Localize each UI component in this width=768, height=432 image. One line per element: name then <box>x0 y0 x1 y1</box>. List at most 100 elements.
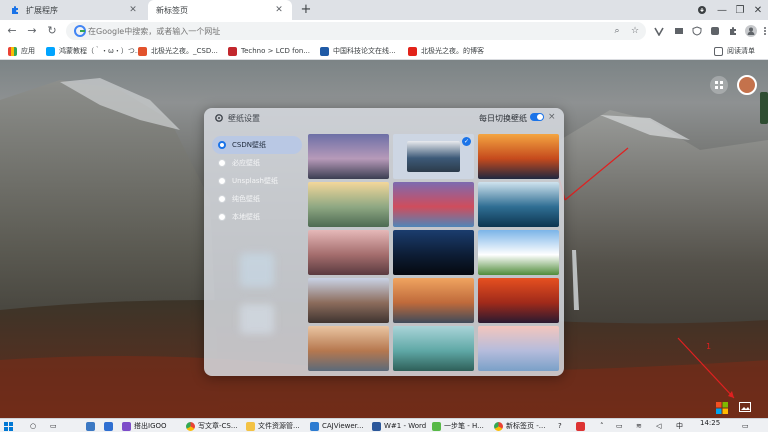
caj-icon <box>310 421 319 431</box>
user-avatar[interactable] <box>737 75 757 95</box>
source-local[interactable]: 本地壁纸 <box>212 208 302 226</box>
extension-v-icon[interactable] <box>652 24 666 38</box>
menu-kebab-icon[interactable] <box>758 24 768 38</box>
extensions-puzzle-icon[interactable] <box>726 24 740 38</box>
bookmark-item[interactable]: 鸿蒙教程（｀・ω・）つ... <box>46 44 142 58</box>
wallpaper-thumbnail[interactable]: ✓ <box>393 134 474 179</box>
extension-tab-icon[interactable] <box>672 24 686 38</box>
source-unsplash[interactable]: Unsplash壁纸 <box>212 172 302 190</box>
dialog-close-button[interactable]: × <box>548 112 556 122</box>
source-csdn[interactable]: CSDN壁纸 <box>212 136 302 154</box>
source-bing[interactable]: 必应壁纸 <box>212 154 302 172</box>
bookmark-star-icon[interactable]: ☆ <box>628 24 642 38</box>
bookmark-favicon-icon <box>228 46 237 56</box>
wallpaper-thumbnail[interactable] <box>308 182 389 227</box>
tray-app-icon[interactable] <box>576 420 588 432</box>
omnibox-input[interactable] <box>88 23 588 39</box>
taskbar-file-icon[interactable] <box>86 420 98 432</box>
wallpaper-image <box>478 326 559 371</box>
tray-battery-icon[interactable]: ▭ <box>616 420 623 432</box>
wallpaper-image <box>393 278 474 323</box>
taskbar-item-explorer[interactable]: 文件资源管... <box>246 420 300 432</box>
wallpaper-thumbnail[interactable] <box>308 326 389 371</box>
wallpaper-thumbnail[interactable] <box>393 278 474 323</box>
radio-icon <box>218 141 226 149</box>
tab-new-tab[interactable]: 新标签页 ✕ <box>148 0 292 20</box>
wallpaper-thumbnail[interactable] <box>478 278 559 323</box>
wallpaper-image <box>308 230 389 275</box>
wallpaper-thumbnail[interactable] <box>308 134 389 179</box>
maximize-button[interactable]: ❐ <box>730 0 750 20</box>
wallpaper-thumbnail[interactable] <box>478 134 559 179</box>
bookmark-item[interactable]: 中国科技论文在线... <box>320 44 396 58</box>
tray-network-icon[interactable]: ≋ <box>636 420 642 432</box>
wallpaper-thumbnail[interactable] <box>308 278 389 323</box>
wallpaper-thumbnail[interactable] <box>478 182 559 227</box>
dialog-header: 壁纸设置 每日切换壁纸 × <box>204 108 564 128</box>
taskbar-outlook-icon[interactable] <box>104 420 116 432</box>
wallpaper-settings-dialog: 壁纸设置 每日切换壁纸 × CSDN壁纸 必应壁纸 Unsplash壁纸 纯色壁… <box>204 108 564 376</box>
wallpaper-image <box>478 182 559 227</box>
wallpaper-settings-button[interactable] <box>738 400 752 414</box>
bookmark-favicon-icon <box>46 46 55 56</box>
gear-icon <box>215 114 223 122</box>
shortcuts-grid-button[interactable] <box>710 76 728 94</box>
back-button[interactable]: ← <box>4 23 20 39</box>
daily-switch-label: 每日切换壁纸 <box>479 114 527 123</box>
wallpaper-thumbnail[interactable] <box>393 326 474 371</box>
extension-d-icon[interactable] <box>708 24 722 38</box>
wallpaper-thumbnail[interactable] <box>393 182 474 227</box>
taskbar-item-label: CAJViewer... <box>322 422 364 430</box>
taskbar-item-cajviewer[interactable]: CAJViewer... <box>310 420 364 432</box>
taskbar-item-note[interactable]: 一步笔 - H... <box>432 420 484 432</box>
annotation-number: 1 <box>706 342 712 351</box>
taskbar-search-icon[interactable]: ○ <box>30 420 36 432</box>
notification-center-icon[interactable]: ▭ <box>742 420 749 432</box>
close-icon[interactable]: ✕ <box>274 5 284 15</box>
start-button[interactable] <box>4 420 13 432</box>
taskbar-app-igoo[interactable]: 搭出IGOO <box>122 420 167 432</box>
wallpaper-thumbnail[interactable] <box>478 230 559 275</box>
task-view-icon[interactable]: ▭ <box>50 420 57 432</box>
zoom-search-icon[interactable]: ⌕ <box>610 24 624 38</box>
taskbar-item-chrome-newtab[interactable]: 新标签页 -... <box>494 420 545 432</box>
wallpaper-thumbnail[interactable] <box>393 230 474 275</box>
profile-avatar-icon[interactable] <box>744 24 758 38</box>
wallpaper-image <box>393 230 474 275</box>
taskbar-item-chrome-article[interactable]: 写文章-CS... <box>186 420 238 432</box>
tray-ime-icon[interactable]: 中 <box>676 420 683 432</box>
source-solid-color[interactable]: 纯色壁纸 <box>212 190 302 208</box>
reading-list[interactable]: 阅读清单 <box>714 44 755 58</box>
tray-volume-icon[interactable]: ◁ <box>656 420 661 432</box>
side-widget-strip[interactable] <box>760 92 768 124</box>
daily-switch-toggle[interactable] <box>530 113 544 121</box>
minimize-button[interactable]: — <box>712 0 732 20</box>
windows-color-logo-icon[interactable] <box>716 402 728 414</box>
new-tab-button[interactable]: + <box>298 2 314 18</box>
wallpaper-thumbnail[interactable] <box>308 230 389 275</box>
window-close-button[interactable]: ✕ <box>748 0 768 20</box>
tab-extensions[interactable]: 扩展程序 ✕ <box>2 0 146 20</box>
bookmark-favicon-icon <box>320 46 329 56</box>
apps-grid-icon <box>8 46 17 56</box>
reload-button[interactable]: ↻ <box>44 23 60 39</box>
bookmark-item[interactable]: 北极光之夜。的博客 <box>408 44 484 58</box>
close-icon[interactable]: ✕ <box>128 5 138 15</box>
taskbar-item-word[interactable]: W#1 - Word <box>372 420 426 432</box>
bookmark-item[interactable]: Techno > LCD fon... <box>228 44 310 58</box>
image-icon <box>739 402 751 412</box>
wallpaper-image <box>308 326 389 371</box>
bookmark-item[interactable]: 北极光之夜。_CSD... <box>138 44 218 58</box>
tray-chevron-icon[interactable]: ˄ <box>600 420 604 432</box>
tab-title: 新标签页 <box>156 5 188 15</box>
extension-shield-icon[interactable] <box>690 24 704 38</box>
tray-help-icon[interactable]: ? <box>558 420 562 432</box>
wallpaper-thumbnail[interactable] <box>478 326 559 371</box>
taskbar-item-label: 文件资源管... <box>258 422 300 430</box>
profile-download-icon[interactable] <box>692 0 712 20</box>
wallpaper-image <box>478 230 559 275</box>
omnibox[interactable]: ⌕ ☆ <box>66 22 646 40</box>
blurred-background-shape <box>240 304 274 334</box>
bookmark-apps[interactable]: 应用 <box>8 44 35 58</box>
forward-button[interactable]: → <box>24 23 40 39</box>
